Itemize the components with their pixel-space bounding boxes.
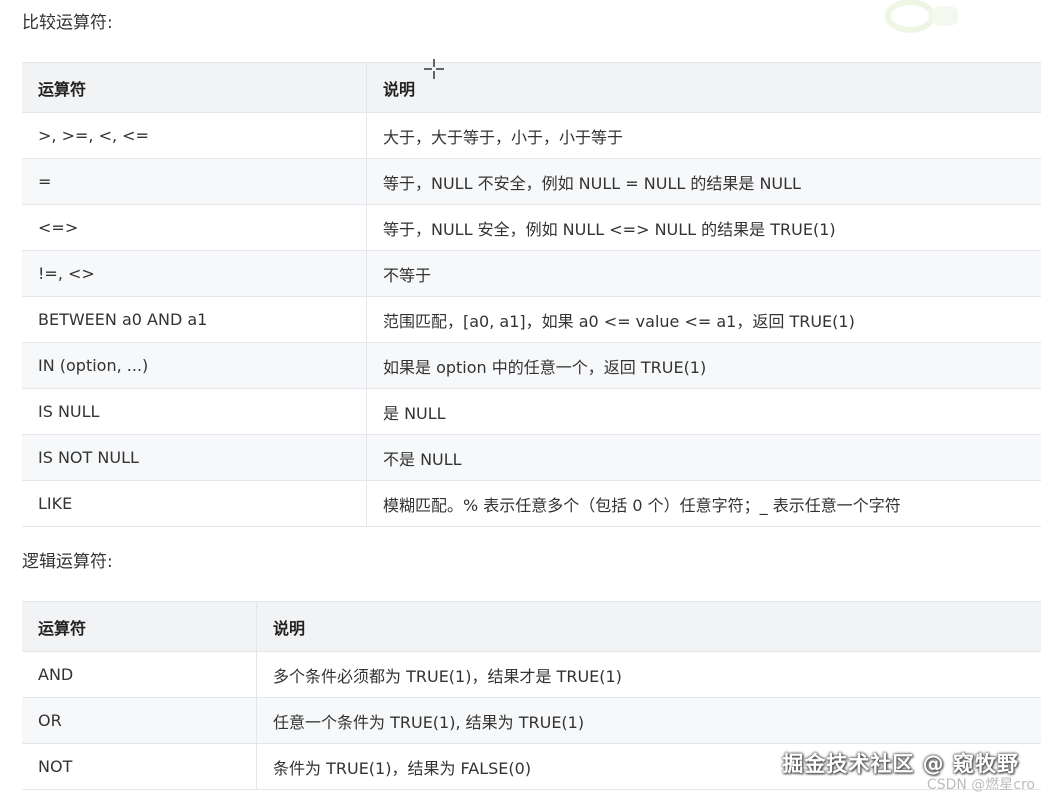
description-cell: 不等于 bbox=[366, 250, 1041, 297]
description-cell: 等于，NULL 安全，例如 NULL <=> NULL 的结果是 TRUE(1) bbox=[366, 204, 1041, 251]
operator-cell: = bbox=[22, 158, 367, 205]
table-row: = 等于，NULL 不安全，例如 NULL = NULL 的结果是 NULL bbox=[22, 158, 1041, 205]
comparison-section-title: 比较运算符: bbox=[22, 13, 113, 33]
faint-logo-mark bbox=[880, 0, 960, 34]
description-cell: 大于，大于等于，小于，小于等于 bbox=[366, 112, 1041, 159]
operator-cell: <=> bbox=[22, 204, 367, 251]
table-row: AND 多个条件必须都为 TRUE(1)，结果才是 TRUE(1) bbox=[22, 651, 1041, 698]
table-row: OR 任意一个条件为 TRUE(1), 结果为 TRUE(1) bbox=[22, 697, 1041, 744]
description-cell: 如果是 option 中的任意一个，返回 TRUE(1) bbox=[366, 342, 1041, 389]
table-header-row: 运算符 说明 bbox=[22, 62, 1041, 113]
operator-cell: LIKE bbox=[22, 480, 367, 527]
operator-cell: IN (option, ...) bbox=[22, 342, 367, 389]
table-row: >, >=, <, <= 大于，大于等于，小于，小于等于 bbox=[22, 112, 1041, 159]
description-cell: 多个条件必须都为 TRUE(1)，结果才是 TRUE(1) bbox=[256, 651, 1041, 698]
operator-cell: !=, <> bbox=[22, 250, 367, 297]
description-cell: 范围匹配，[a0, a1]，如果 a0 <= value <= a1，返回 TR… bbox=[366, 296, 1041, 343]
table-row: IS NOT NULL 不是 NULL bbox=[22, 434, 1041, 481]
description-cell: 任意一个条件为 TRUE(1), 结果为 TRUE(1) bbox=[256, 697, 1041, 744]
operator-cell: NOT bbox=[22, 743, 257, 790]
operator-cell: AND bbox=[22, 651, 257, 698]
operator-cell: OR bbox=[22, 697, 257, 744]
description-cell: 模糊匹配。% 表示任意多个（包括 0 个）任意字符；_ 表示任意一个字符 bbox=[366, 480, 1041, 527]
crosshair-cursor-icon bbox=[423, 58, 445, 80]
operator-cell: IS NULL bbox=[22, 388, 367, 435]
table-header-row: 运算符 说明 bbox=[22, 601, 1041, 652]
header-operator: 运算符 bbox=[22, 62, 367, 113]
operator-cell: BETWEEN a0 AND a1 bbox=[22, 296, 367, 343]
table-row: <=> 等于，NULL 安全，例如 NULL <=> NULL 的结果是 TRUE… bbox=[22, 204, 1041, 251]
description-cell: 是 NULL bbox=[366, 388, 1041, 435]
table-row: LIKE 模糊匹配。% 表示任意多个（包括 0 个）任意字符；_ 表示任意一个字符 bbox=[22, 480, 1041, 527]
comparison-operators-table: 运算符 说明 >, >=, <, <= 大于，大于等于，小于，小于等于 = 等于，NU… bbox=[22, 62, 1041, 527]
description-cell: 不是 NULL bbox=[366, 434, 1041, 481]
table-row: IS NULL 是 NULL bbox=[22, 388, 1041, 435]
operator-cell: >, >=, <, <= bbox=[22, 112, 367, 159]
logical-section-title: 逻辑运算符: bbox=[22, 552, 113, 572]
table-row: BETWEEN a0 AND a1 范围匹配，[a0, a1]，如果 a0 <= … bbox=[22, 296, 1041, 343]
csdn-watermark: CSDN @燃星cro bbox=[926, 777, 1035, 793]
operator-cell: IS NOT NULL bbox=[22, 434, 367, 481]
table-row: IN (option, ...) 如果是 option 中的任意一个，返回 TRU… bbox=[22, 342, 1041, 389]
description-cell: 等于，NULL 不安全，例如 NULL = NULL 的结果是 NULL bbox=[366, 158, 1041, 205]
table-row: !=, <> 不等于 bbox=[22, 250, 1041, 297]
header-operator: 运算符 bbox=[22, 601, 257, 652]
header-description: 说明 bbox=[366, 62, 1041, 113]
header-description: 说明 bbox=[256, 601, 1041, 652]
